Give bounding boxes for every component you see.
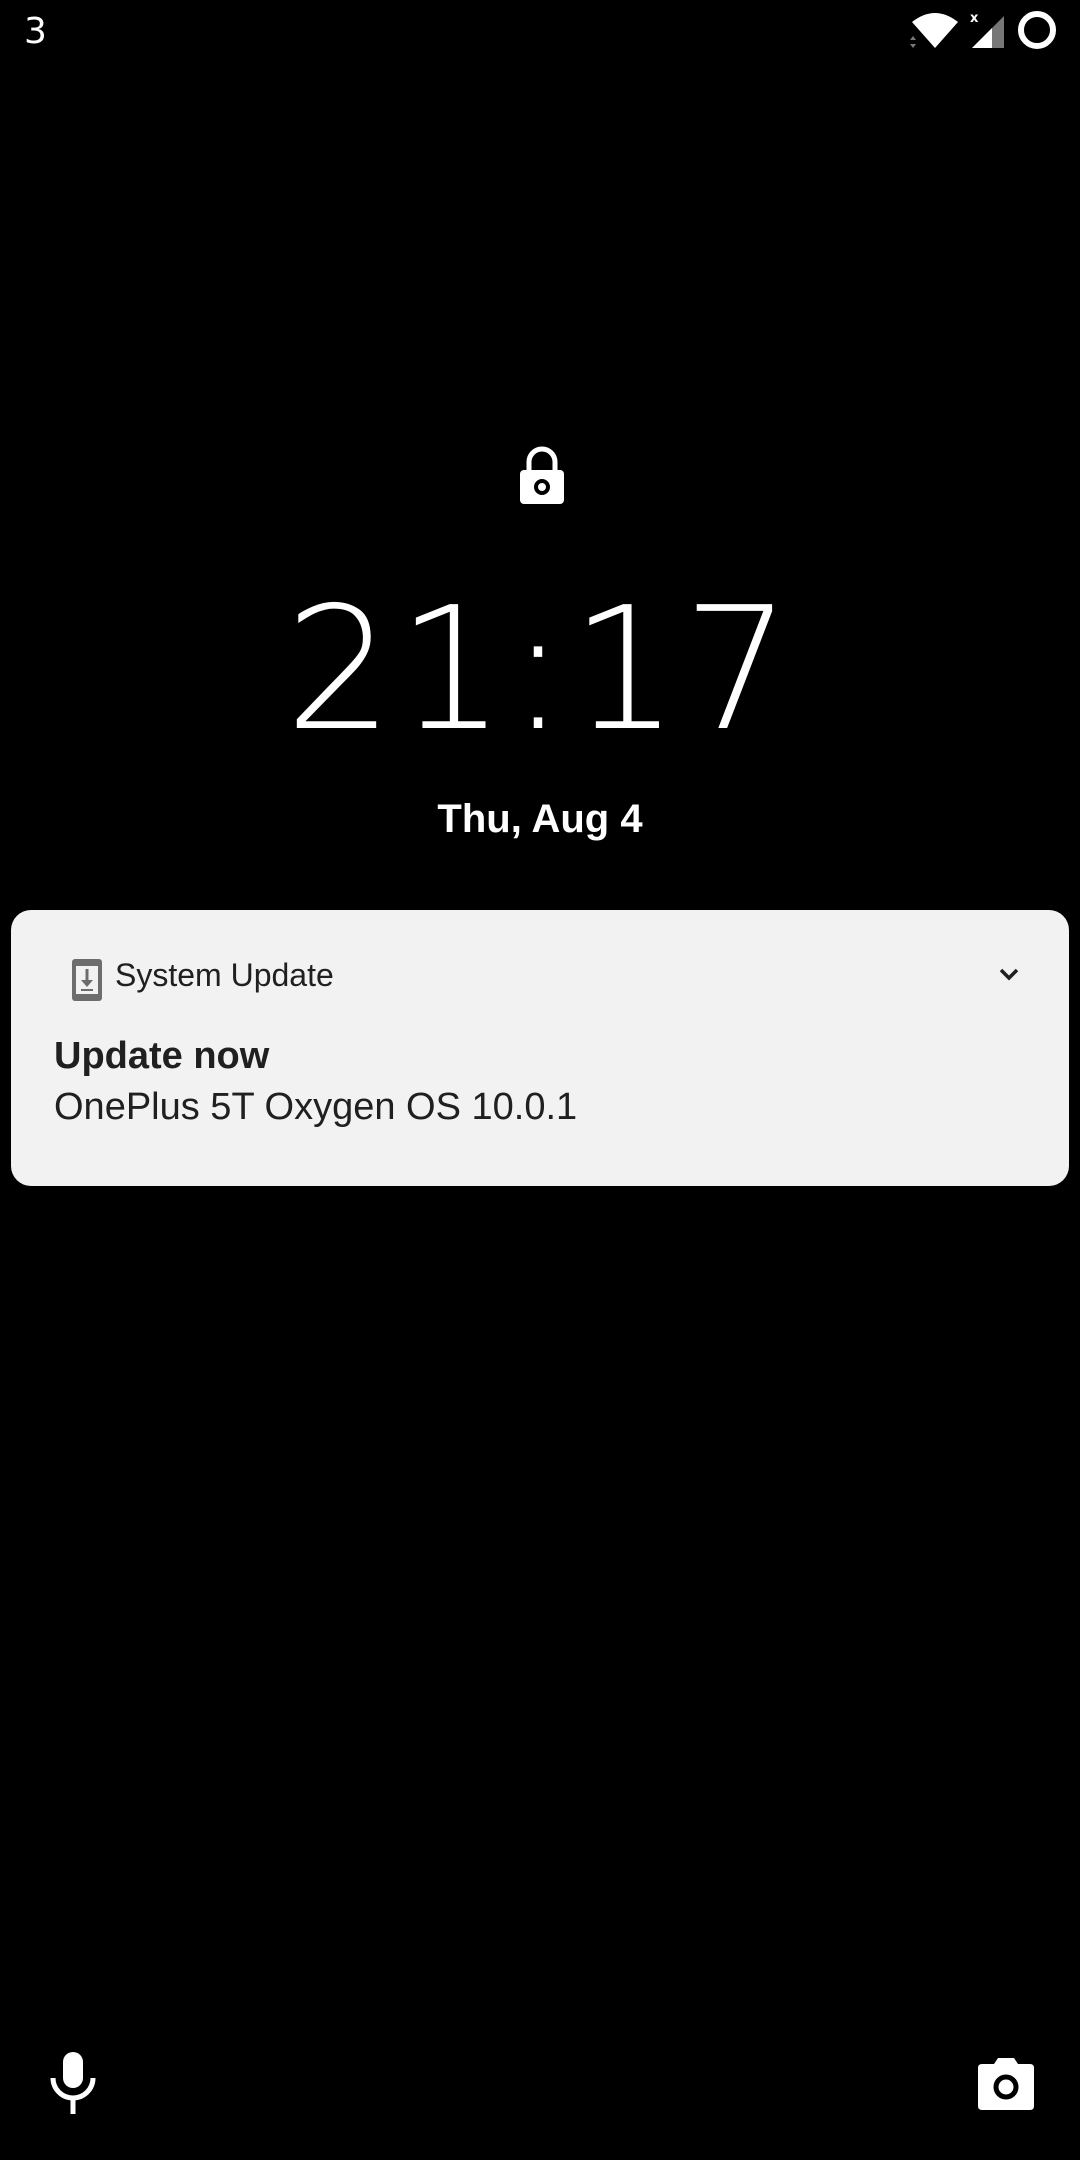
svg-text:x: x <box>970 11 979 26</box>
clock-time: 21:17 <box>285 571 795 769</box>
lock-icon[interactable] <box>517 444 567 506</box>
status-icons: x <box>910 10 1058 54</box>
clock-date: Thu, Aug 4 <box>437 797 643 841</box>
notification-card[interactable]: System Update Update now OnePlus 5T Oxyg… <box>11 910 1069 1186</box>
system-update-icon <box>61 954 113 1006</box>
microphone-icon[interactable] <box>44 2050 102 2116</box>
chevron-down-icon[interactable] <box>989 954 1029 994</box>
notification-count: 3 <box>24 11 47 52</box>
notification-text: OnePlus 5T Oxygen OS 10.0.1 <box>54 1086 578 1128</box>
notification-app-name: System Update <box>115 957 334 993</box>
notification-title: Update now <box>54 1035 270 1077</box>
signal-icon: x <box>968 10 1008 54</box>
battery-icon <box>1016 9 1058 55</box>
wifi-icon <box>910 10 960 54</box>
camera-icon[interactable] <box>976 2058 1036 2112</box>
status-bar: 3 x <box>0 0 1080 64</box>
